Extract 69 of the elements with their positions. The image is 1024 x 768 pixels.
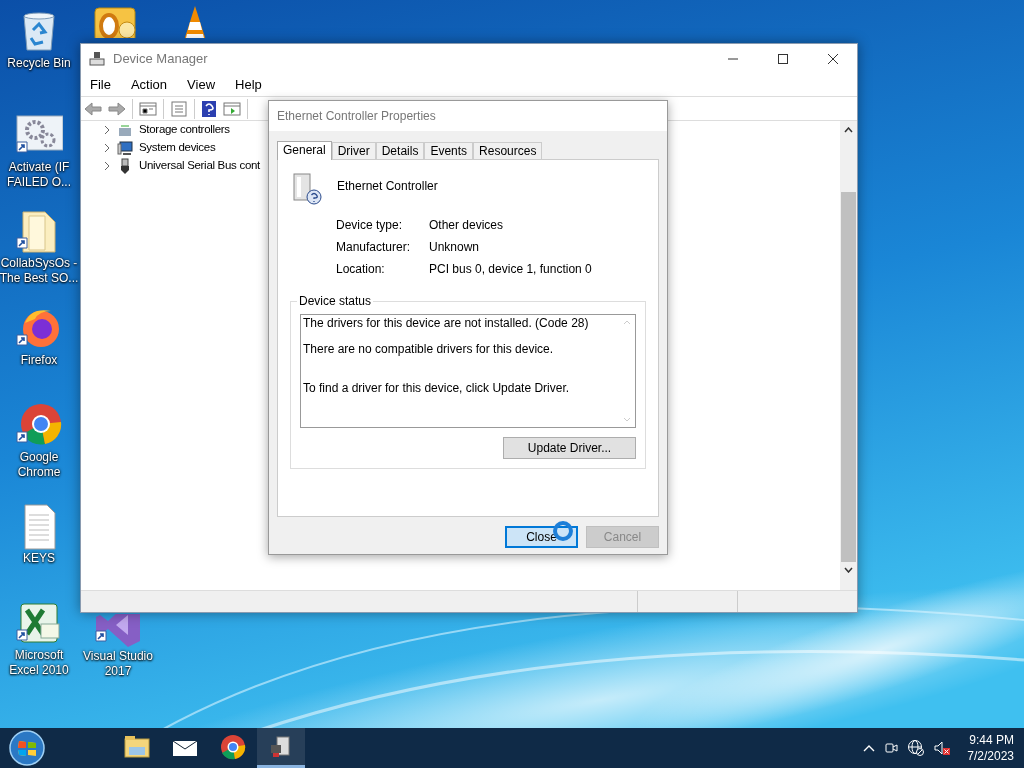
desktop-icon-label: 2017	[104, 664, 132, 679]
desktop-icon-label: Excel 2010	[9, 663, 69, 678]
chevron-up-icon[interactable]	[863, 744, 876, 752]
globe-icon[interactable]	[907, 739, 926, 757]
menu-item[interactable]: File	[90, 74, 111, 95]
scroll-down-icon[interactable]	[844, 567, 853, 573]
field-value: PCI bus 0, device 1, function 0	[429, 262, 593, 277]
menu-item[interactable]: View	[187, 74, 216, 95]
collapsed-chevron-icon[interactable]	[103, 161, 111, 171]
desktop-icon-label: FAILED O...	[7, 175, 71, 190]
clock-date[interactable]: 7/2/2023	[967, 748, 1014, 764]
tree-item[interactable]: Universal Serial Bus cont	[139, 157, 260, 175]
dialog-button[interactable]: Close	[505, 526, 578, 548]
clock-time[interactable]: 9:44 PM	[969, 732, 1014, 748]
field-label: Location:	[336, 262, 386, 277]
group-label: Device status	[297, 294, 374, 308]
desktop-icon-label: Recycle Bin	[7, 56, 71, 71]
tab[interactable]: Driver	[331, 142, 376, 159]
field-label: Device type:	[336, 218, 404, 233]
desktop-icon-label: Google	[19, 450, 59, 465]
scrollbar[interactable]	[840, 121, 857, 590]
back-arrow-icon[interactable]	[84, 101, 102, 116]
desktop-icon-label: Chrome	[17, 465, 61, 480]
outlook-icon[interactable]	[91, 4, 139, 38]
collapsed-chevron-icon[interactable]	[103, 125, 111, 135]
close-icon[interactable]	[827, 52, 839, 65]
desktop-icon-label: Activate (IF	[8, 160, 70, 175]
chrome-icon	[219, 732, 247, 761]
storage-icon	[117, 122, 133, 138]
menu-item[interactable]: Help	[235, 74, 262, 95]
scroll-up-icon	[623, 320, 631, 325]
maximize-icon[interactable]	[777, 52, 789, 65]
scrollbar-thumb[interactable]	[841, 192, 856, 562]
update-driver-button[interactable]: Update Driver...	[503, 437, 636, 459]
tab[interactable]: Resources	[473, 142, 543, 159]
visual-studio-icon[interactable]	[94, 614, 142, 649]
menu-item[interactable]: Action	[130, 74, 168, 95]
muted-speaker-icon[interactable]	[933, 740, 952, 756]
device-name: Ethernet Controller	[337, 178, 438, 195]
device-manager-icon	[89, 50, 105, 67]
start-button-icon[interactable]	[8, 729, 46, 767]
desktop-icon-label: The Best SO...	[0, 271, 79, 286]
desktop-icon-label: KEYS	[23, 551, 55, 566]
help-icon[interactable]	[201, 99, 217, 118]
scroll-up-icon[interactable]	[844, 127, 853, 133]
desktop-icon-label: Firefox	[20, 353, 58, 368]
tree-item[interactable]: Storage controllers	[139, 121, 230, 139]
forward-arrow-icon[interactable]	[108, 101, 126, 116]
field-label: Manufacturer:	[336, 240, 412, 255]
computer-icon	[117, 140, 133, 156]
camera-icon[interactable]	[883, 740, 900, 756]
dialog-title: Ethernet Controller Properties	[277, 108, 436, 125]
taskbar-button[interactable]	[257, 728, 305, 768]
collapsed-chevron-icon[interactable]	[103, 143, 111, 153]
tab[interactable]: Details	[375, 142, 425, 159]
window-icon[interactable]	[139, 100, 157, 117]
scroll-down-icon	[623, 417, 631, 422]
desktop-icon-label: Visual Studio	[83, 649, 153, 664]
tab[interactable]: General	[277, 141, 332, 160]
field-value: Unknown	[429, 240, 481, 255]
status-text-field[interactable]: The drivers for this device are not installed. (Code 28) There are no compatible drivers for this device. To find a driver for this device, click Update Driver.	[300, 314, 636, 428]
window-title: Device Manager	[113, 49, 208, 68]
status-text: The drivers for this device are not installed. (Code 28) There are no compatible drivers for this device. To find a driver for this device, click Update Driver.	[302, 315, 590, 397]
unknown-device-icon	[290, 172, 324, 206]
field-value: Other devices	[429, 218, 505, 233]
tree-item[interactable]: System devices	[139, 139, 216, 157]
tab[interactable]: Events	[424, 142, 474, 159]
desktop-icon-label: Microsoft	[14, 648, 64, 663]
desktop-icon-label: CollabSysOs -	[0, 256, 78, 271]
